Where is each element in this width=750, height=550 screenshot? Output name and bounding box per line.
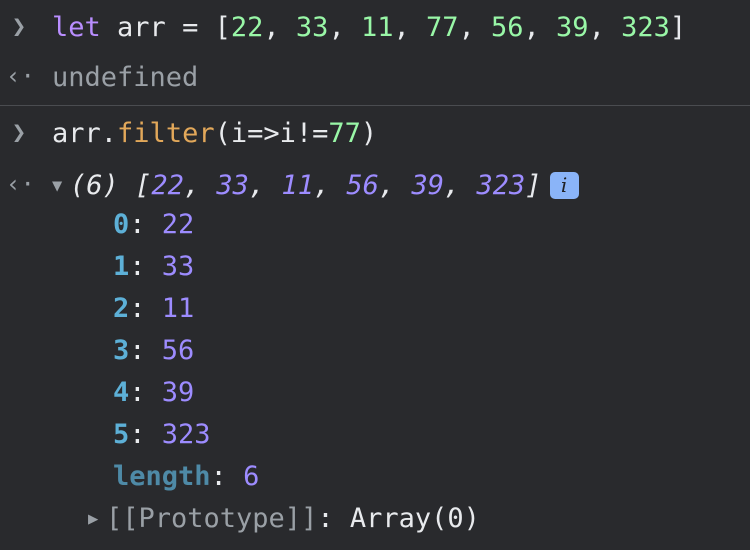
info-icon[interactable]: i bbox=[549, 172, 579, 199]
open-bracket: [ bbox=[214, 12, 231, 43]
console-input-2[interactable]: arr.filter(i=>i!=77) bbox=[52, 118, 377, 149]
preview-open-bracket: [ bbox=[135, 170, 152, 201]
entry-value: 33 bbox=[161, 251, 195, 282]
triangle-right-icon[interactable]: ▶ bbox=[88, 509, 106, 529]
entry-text: 1: 33 bbox=[113, 251, 195, 282]
preview-close-bracket: ] bbox=[525, 170, 542, 201]
entry-text: 0: 22 bbox=[113, 209, 195, 240]
array-value: 56 bbox=[491, 12, 524, 43]
prototype-key: [[Prototype]] bbox=[106, 503, 318, 534]
entry-text: 3: 56 bbox=[113, 335, 195, 366]
preview-value: 11 bbox=[281, 170, 314, 201]
chevron-right-icon: ❯ bbox=[11, 118, 27, 146]
entry-key: 1 bbox=[113, 251, 130, 282]
entry-key: 3 bbox=[113, 335, 130, 366]
entry-key: 5 bbox=[113, 419, 130, 450]
entry-key: 0 bbox=[113, 209, 130, 240]
dot-operator: . bbox=[100, 118, 118, 149]
entry-value: 22 bbox=[161, 209, 195, 240]
prototype-value: Array(0) bbox=[349, 503, 480, 534]
array-value: 11 bbox=[360, 12, 394, 43]
variable-name: arr bbox=[117, 12, 166, 43]
entry-key: 2 bbox=[113, 293, 130, 324]
console-result-row-2[interactable]: ‹· ▼ (6) [22, 33, 11, 56, 39, 323] i bbox=[0, 166, 750, 210]
entry-value: 56 bbox=[161, 335, 195, 366]
entry-key: 4 bbox=[113, 377, 130, 408]
length-value: 6 bbox=[243, 461, 260, 492]
compare-value: 77 bbox=[328, 118, 361, 149]
length-text: length: 6 bbox=[113, 461, 260, 492]
close-paren: ) bbox=[360, 118, 378, 149]
prototype-row[interactable]: ▶ [[Prototype]]: Array(0) bbox=[0, 503, 750, 545]
array-length-prefix: (6) bbox=[70, 170, 119, 201]
triangle-down-icon[interactable]: ▼ bbox=[52, 176, 70, 196]
entry-text: 4: 39 bbox=[113, 377, 195, 408]
message-divider bbox=[0, 105, 750, 106]
array-entry: 3: 56 bbox=[0, 335, 750, 377]
array-entry: 2: 11 bbox=[0, 293, 750, 335]
array-entry: 1: 33 bbox=[0, 251, 750, 293]
keyword-let: let bbox=[52, 12, 101, 43]
preview-value: 39 bbox=[411, 170, 444, 201]
entry-value: 39 bbox=[161, 377, 195, 408]
object-name: arr bbox=[52, 118, 101, 149]
console-result-row-1: ‹· undefined bbox=[0, 58, 750, 102]
preview-value: 56 bbox=[346, 170, 379, 201]
preview-value: 33 bbox=[216, 170, 249, 201]
prototype-text[interactable]: ▶ [[Prototype]]: Array(0) bbox=[88, 503, 480, 534]
console-input-row-2[interactable]: ❯ arr.filter(i=>i!=77) bbox=[0, 112, 750, 156]
array-value: 39 bbox=[556, 12, 589, 43]
chevron-right-icon: ❯ bbox=[11, 12, 27, 40]
array-entry: 0: 22 bbox=[0, 209, 750, 251]
length-key: length bbox=[113, 461, 211, 492]
array-length-row: length: 6 bbox=[0, 461, 750, 503]
return-arrow-icon: ‹· bbox=[6, 62, 35, 90]
array-value: 22 bbox=[230, 12, 264, 43]
assign-operator: = bbox=[182, 12, 199, 43]
console-input-1[interactable]: let arr = [22, 33, 11, 77, 56, 39, 323] bbox=[52, 12, 686, 43]
array-entry: 5: 323 bbox=[0, 419, 750, 461]
entry-value: 11 bbox=[161, 293, 195, 324]
result-undefined: undefined bbox=[52, 62, 199, 93]
entry-text: 2: 11 bbox=[113, 293, 195, 324]
method-name: filter bbox=[117, 118, 215, 149]
arrow-function-args: (i=>i!= bbox=[214, 118, 329, 149]
entry-text: 5: 323 bbox=[113, 419, 211, 450]
devtools-console: ❯ let arr = [22, 33, 11, 77, 56, 39, 323… bbox=[0, 0, 750, 550]
close-bracket: ] bbox=[669, 12, 687, 43]
console-input-row-1[interactable]: ❯ let arr = [22, 33, 11, 77, 56, 39, 323… bbox=[0, 8, 750, 52]
entry-value: 323 bbox=[161, 419, 211, 450]
array-value: 323 bbox=[621, 12, 670, 43]
preview-value: 323 bbox=[476, 170, 526, 201]
array-value: 33 bbox=[295, 12, 329, 43]
array-preview[interactable]: ▼ (6) [22, 33, 11, 56, 39, 323] i bbox=[52, 170, 579, 201]
array-value: 77 bbox=[425, 12, 459, 43]
array-entry: 4: 39 bbox=[0, 377, 750, 419]
preview-value: 22 bbox=[151, 170, 184, 201]
return-arrow-icon: ‹· bbox=[6, 170, 35, 198]
